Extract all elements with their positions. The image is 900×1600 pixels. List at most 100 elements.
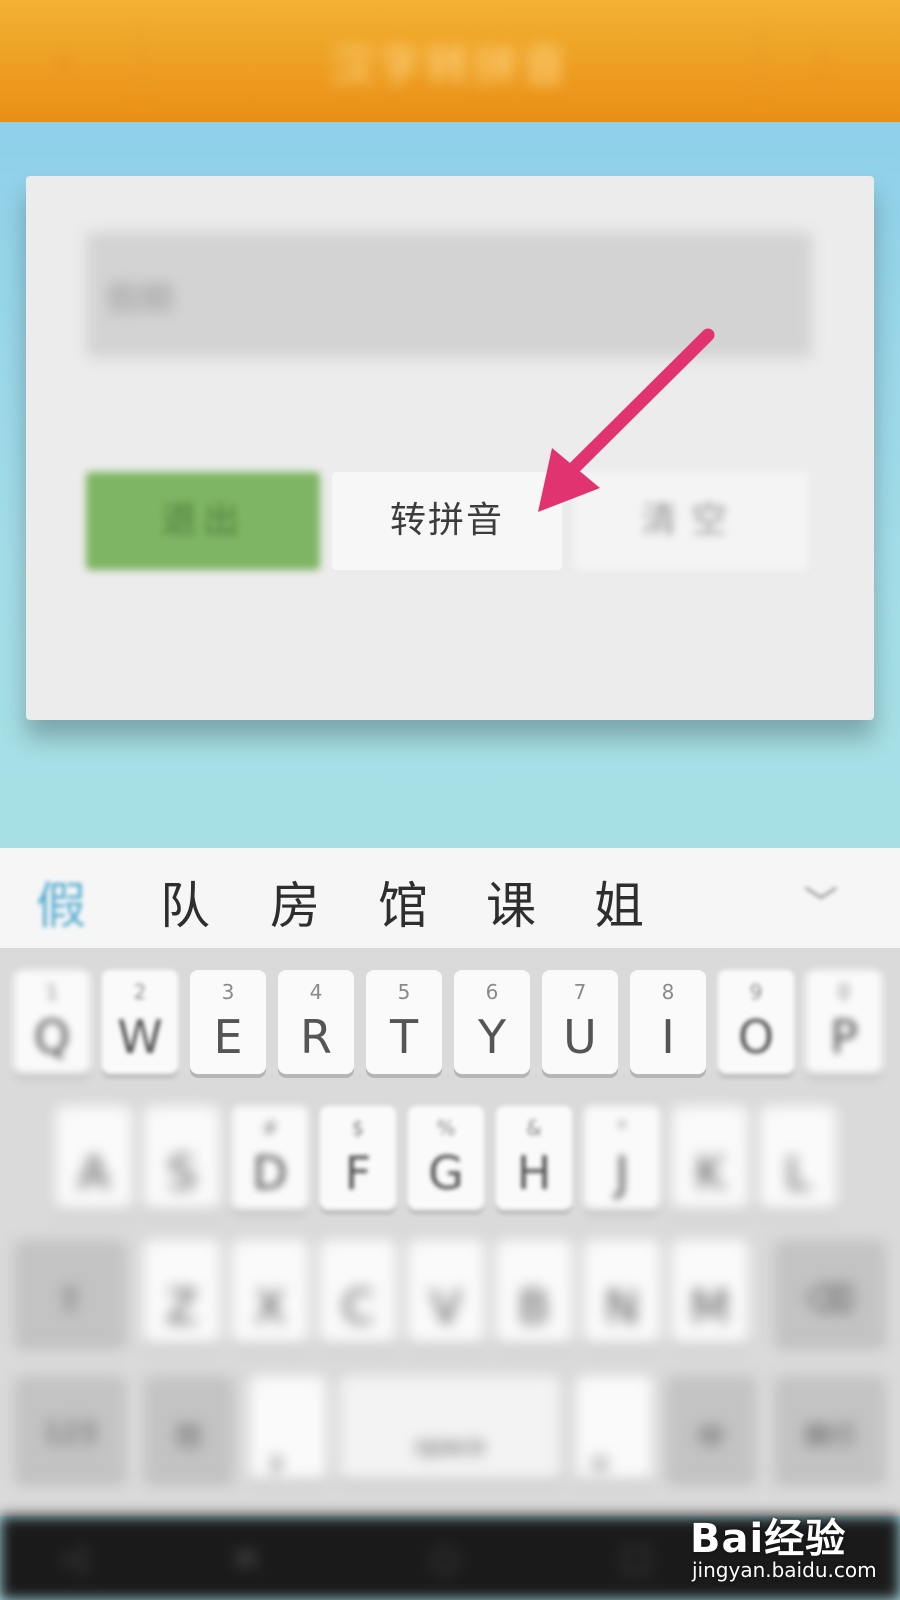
key-number: # <box>261 1116 279 1140</box>
key-letter: T <box>389 1010 419 1064</box>
key-h[interactable]: & H <box>496 1106 572 1210</box>
symbols-key[interactable]: 符 <box>144 1376 234 1480</box>
key-a[interactable]: A <box>56 1106 132 1210</box>
key-number: 5 <box>397 980 411 1004</box>
key-number: 6 <box>485 980 499 1004</box>
candidate-item[interactable]: 馆 <box>378 866 428 938</box>
key-letter: R <box>300 1010 332 1064</box>
key-letter: Q <box>33 1010 71 1064</box>
key-o[interactable]: 9 O <box>718 970 794 1074</box>
chevron-down-icon[interactable]: ﹀ <box>804 876 838 925</box>
key-b[interactable]: B <box>496 1240 572 1344</box>
text-input-value: 假期 <box>106 280 174 320</box>
key-letter: C <box>341 1280 375 1334</box>
key-letter: M <box>690 1280 730 1334</box>
key-number: 0 <box>837 980 851 1004</box>
numbers-key[interactable]: 123 <box>14 1376 126 1480</box>
key-s[interactable]: S <box>144 1106 220 1210</box>
to-pinyin-button[interactable]: 转拼音 <box>332 472 562 570</box>
key-letter: K <box>694 1146 726 1200</box>
key-number: 1 <box>45 980 59 1004</box>
recents-nav-icon[interactable]: □ <box>620 1538 652 1578</box>
enter-key[interactable]: 换行 <box>774 1376 886 1480</box>
candidate-item[interactable]: 房 <box>270 866 320 938</box>
key-number: $ <box>351 1116 365 1140</box>
key-u[interactable]: 7 U <box>542 970 618 1074</box>
key-c[interactable]: C <box>320 1240 396 1344</box>
key-letter: O <box>737 1010 775 1064</box>
key-l[interactable]: L <box>760 1106 836 1210</box>
key-e[interactable]: 3 E <box>190 970 266 1074</box>
candidate-item[interactable]: 队 <box>160 866 210 938</box>
backspace-key[interactable]: ⌫ <box>774 1240 886 1344</box>
key-i[interactable]: 8 I <box>630 970 706 1074</box>
exit-button[interactable]: 退出 <box>86 472 320 570</box>
key-letter: G <box>428 1146 464 1200</box>
key-letter: Z <box>166 1280 198 1334</box>
key-letter: J <box>615 1146 629 1200</box>
watermark-logo: Bai经验 <box>690 1516 847 1562</box>
header-divider <box>760 30 762 92</box>
key-number: 4 <box>309 980 323 1004</box>
space-key[interactable]: space <box>340 1376 560 1480</box>
key-number: 9 <box>749 980 763 1004</box>
key-z[interactable]: Z <box>144 1240 220 1344</box>
key-number: & <box>526 1116 542 1140</box>
soft-keyboard: 1 Q 2 W 3 E 4 R 5 T 6 Y 7 U 8 I 9 O 0 P … <box>0 948 900 1516</box>
back-nav-icon[interactable]: ◁ <box>60 1538 86 1578</box>
key-p[interactable]: 0 P <box>806 970 882 1074</box>
comma-key[interactable]: ， <box>250 1376 326 1480</box>
key-letter: I <box>661 1010 675 1064</box>
key-number: % <box>436 1116 456 1140</box>
home-nav-icon[interactable]: ○ <box>430 1538 460 1578</box>
key-d[interactable]: # D <box>232 1106 308 1210</box>
key-letter: L <box>785 1146 811 1200</box>
menu-icon[interactable]: ⋮ <box>804 40 840 81</box>
key-number: 8 <box>661 980 675 1004</box>
key-m[interactable]: M <box>672 1240 748 1344</box>
key-letter: U <box>563 1010 597 1064</box>
key-letter: A <box>78 1146 110 1200</box>
key-r[interactable]: 4 R <box>278 970 354 1074</box>
space-bar-label: space <box>414 1432 486 1460</box>
key-t[interactable]: 5 T <box>366 970 442 1074</box>
key-number: 2 <box>133 980 147 1004</box>
key-f[interactable]: $ F <box>320 1106 396 1210</box>
candidate-item[interactable]: 假 <box>36 866 86 938</box>
key-number: 3 <box>221 980 235 1004</box>
key-number: * <box>617 1116 627 1140</box>
key-letter: D <box>252 1146 288 1200</box>
language-key[interactable]: 中 <box>666 1376 756 1480</box>
key-number: 7 <box>573 980 587 1004</box>
key-letter: N <box>604 1280 640 1334</box>
key-q[interactable]: 1 Q <box>14 970 90 1074</box>
shift-key[interactable]: ⇧ <box>14 1240 126 1344</box>
key-letter: V <box>430 1280 462 1334</box>
key-letter: F <box>344 1146 372 1200</box>
key-g[interactable]: % G <box>408 1106 484 1210</box>
key-k[interactable]: K <box>672 1106 748 1210</box>
clear-button[interactable]: 清空 <box>574 472 808 570</box>
converter-card: 假期 退出 转拼音 清空 <box>26 176 874 720</box>
key-letter: X <box>254 1280 286 1334</box>
key-j[interactable]: * J <box>584 1106 660 1210</box>
app-header: ‹ 汉字转拼音 ⋮ <box>0 0 900 122</box>
key-y[interactable]: 6 Y <box>454 970 530 1074</box>
key-letter: Y <box>477 1010 507 1064</box>
key-n[interactable]: N <box>584 1240 660 1344</box>
watermark-url: jingyan.baidu.com <box>692 1558 877 1582</box>
candidate-item[interactable]: 课 <box>486 866 536 938</box>
key-letter: H <box>516 1146 552 1200</box>
key-letter: B <box>518 1280 550 1334</box>
key-letter: E <box>213 1010 243 1064</box>
key-v[interactable]: V <box>408 1240 484 1344</box>
text-input[interactable]: 假期 <box>86 232 812 358</box>
key-letter: P <box>830 1010 858 1064</box>
menu-nav-icon[interactable]: ≡ <box>232 1538 261 1578</box>
period-key[interactable]: 。 <box>576 1376 652 1480</box>
baidu-jingyan-watermark: Bai经验 jingyan.baidu.com <box>690 1498 890 1593</box>
key-letter: S <box>167 1146 197 1200</box>
key-w[interactable]: 2 W <box>102 970 178 1074</box>
key-x[interactable]: X <box>232 1240 308 1344</box>
candidate-item[interactable]: 姐 <box>594 866 644 938</box>
